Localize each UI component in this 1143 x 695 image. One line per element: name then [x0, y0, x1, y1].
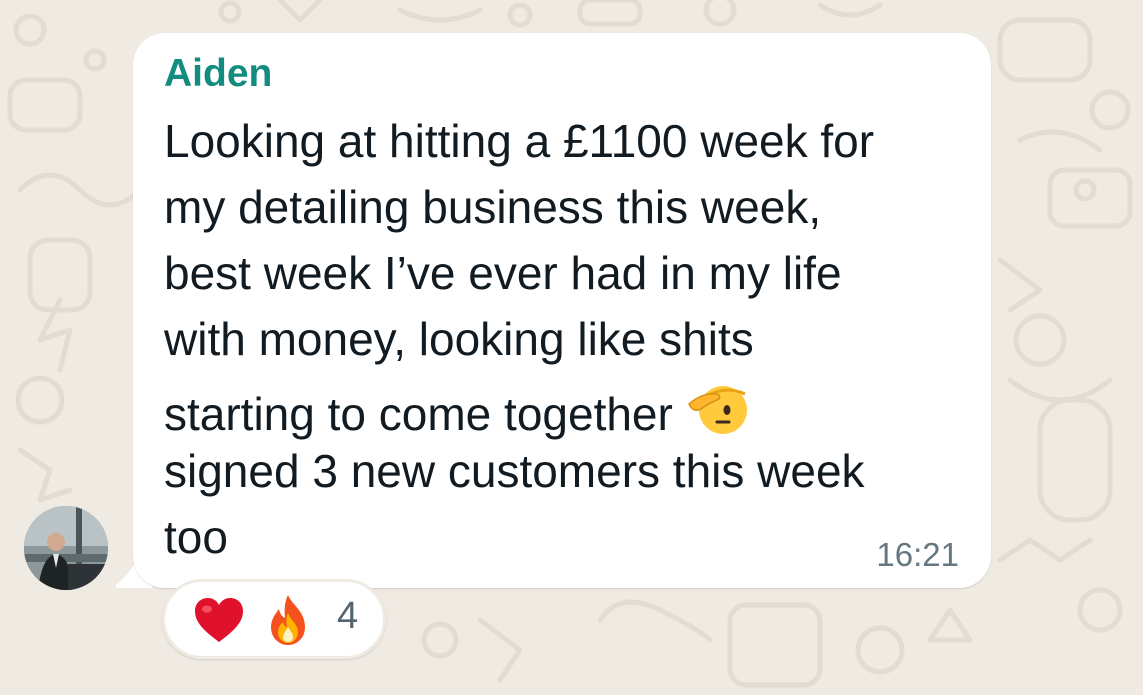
message-text-line: Looking at hitting a £1100 week for [164, 115, 875, 167]
reaction-count: 4 [337, 595, 359, 637]
message-text-line: signed 3 new customers this week [164, 445, 865, 497]
fire-icon [271, 595, 305, 645]
message-text-line: with money, looking like shits [164, 313, 754, 365]
avatar-photo [24, 506, 108, 590]
message-text-line: too [164, 511, 228, 563]
message-text-line: best week I’ve ever had in my life [164, 247, 842, 299]
red-heart-icon [195, 598, 243, 642]
reactions-pill[interactable]: 4 [162, 579, 386, 659]
message-text-line-with-emoji: starting to come together [164, 382, 747, 445]
message-text-line: starting to come together [164, 388, 673, 440]
message-timestamp: 16:21 [876, 536, 959, 573]
message-text-line: my detailing business this week, [164, 181, 822, 233]
saluting-face-icon [687, 382, 747, 445]
avatar[interactable] [24, 506, 108, 590]
sender-name[interactable]: Aiden [164, 52, 272, 96]
